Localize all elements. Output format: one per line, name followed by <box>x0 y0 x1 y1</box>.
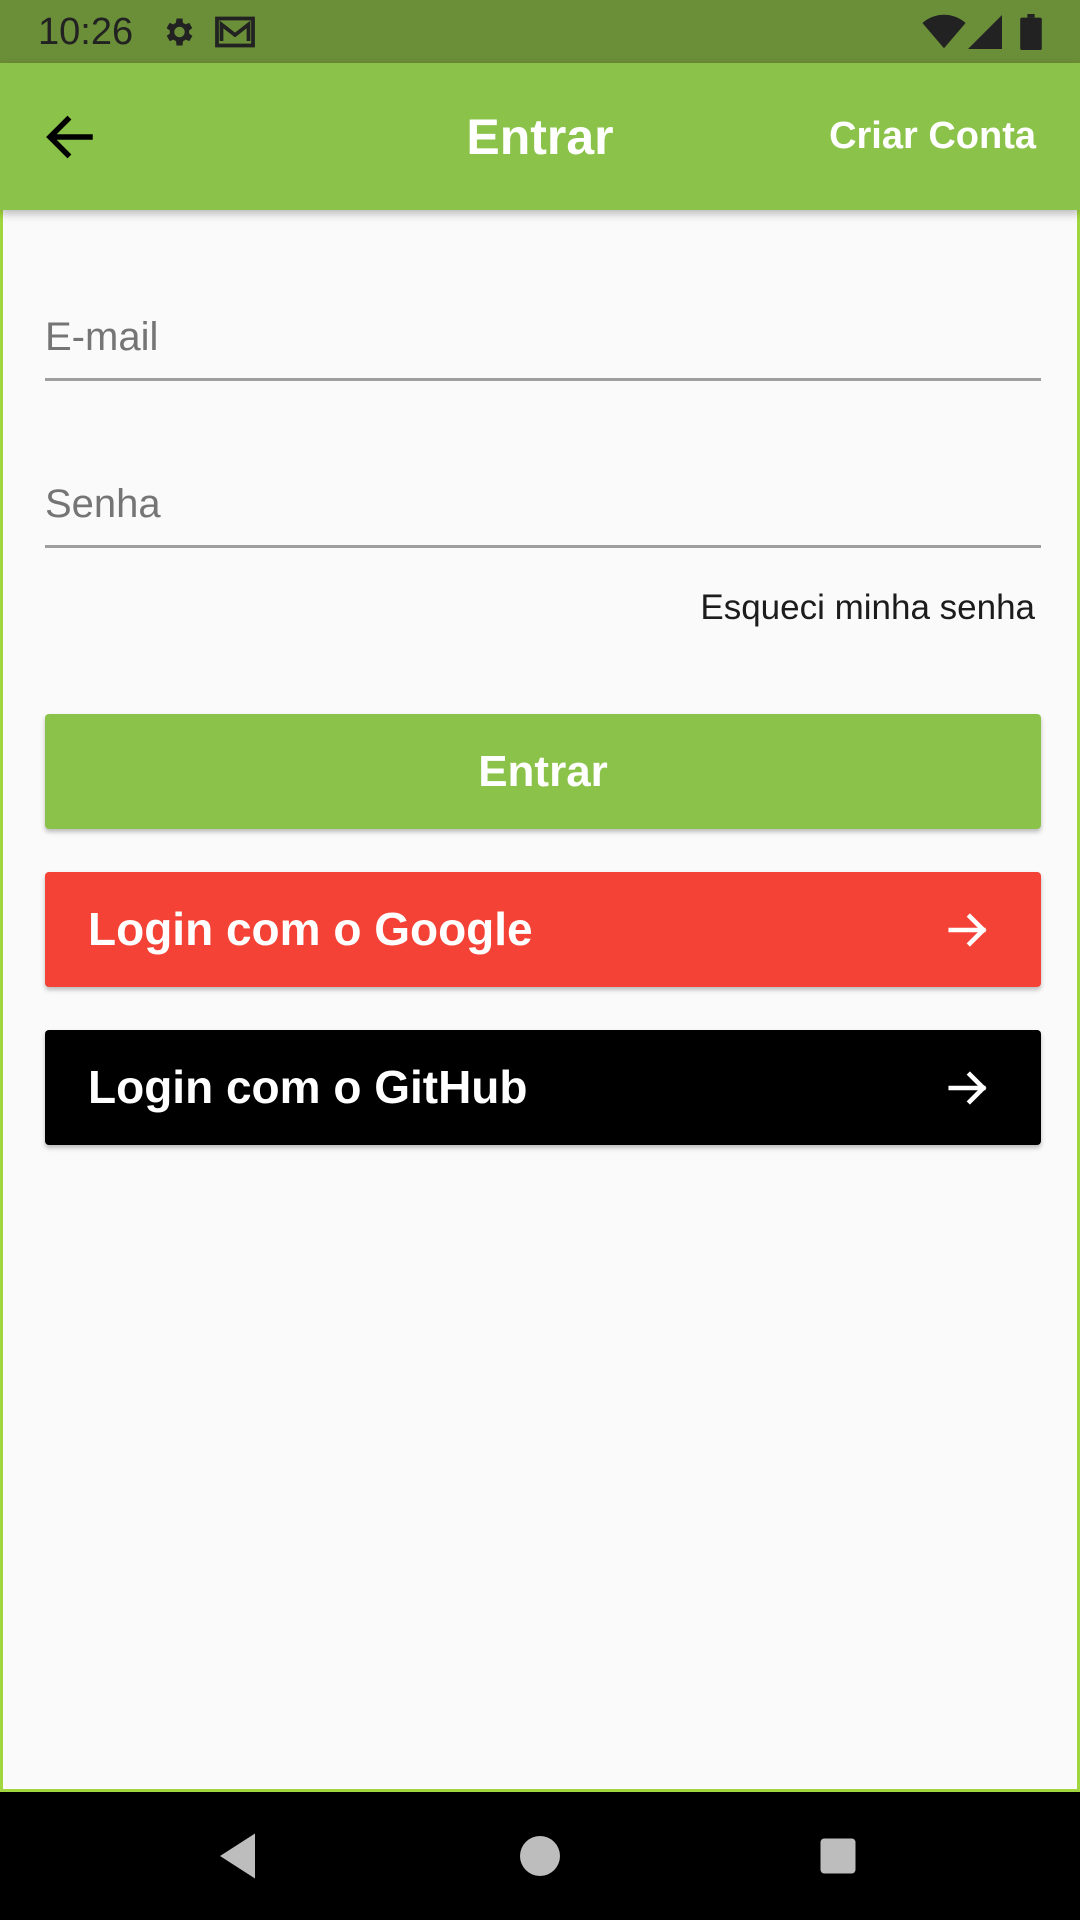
github-login-label: Login com o GitHub <box>88 1061 528 1113</box>
back-button[interactable] <box>40 107 100 167</box>
github-login-button[interactable]: Login com o GitHub <box>45 1030 1041 1145</box>
email-field[interactable] <box>45 315 1041 360</box>
wifi-icon <box>922 14 966 55</box>
recents-square-icon <box>820 1838 856 1874</box>
create-account-button[interactable]: Criar Conta <box>829 113 1036 159</box>
nav-recents-button[interactable] <box>808 1826 868 1886</box>
app-bar: Entrar Criar Conta <box>0 63 1080 210</box>
gear-icon <box>160 14 196 55</box>
password-field-container <box>45 435 1041 548</box>
nav-home-button[interactable] <box>510 1826 570 1886</box>
back-triangle-icon <box>220 1833 255 1879</box>
signal-icon <box>968 14 1002 55</box>
google-login-label: Login com o Google <box>88 903 533 955</box>
email-field-container <box>45 268 1041 381</box>
login-form: Esqueci minha senha Entrar Login com o G… <box>0 210 1080 1792</box>
navigation-bar <box>0 1792 1080 1920</box>
login-button[interactable]: Entrar <box>45 714 1041 829</box>
nav-back-button[interactable] <box>210 1826 270 1886</box>
google-login-button[interactable]: Login com o Google <box>45 872 1041 987</box>
status-time: 10:26 <box>38 11 134 53</box>
screen: 10:26 Entrar Criar Conta E-mail Esqueci … <box>0 0 1080 1920</box>
arrow-right-icon <box>948 1071 987 1105</box>
home-circle-icon <box>520 1836 560 1876</box>
arrow-right-icon <box>948 913 987 947</box>
forgot-password-link[interactable]: Esqueci minha senha <box>700 588 1035 628</box>
arrow-left-icon <box>46 115 93 159</box>
battery-icon <box>1020 14 1042 55</box>
password-field[interactable] <box>45 482 1041 527</box>
status-bar: 10:26 <box>0 0 1080 63</box>
gmail-icon <box>214 14 256 55</box>
